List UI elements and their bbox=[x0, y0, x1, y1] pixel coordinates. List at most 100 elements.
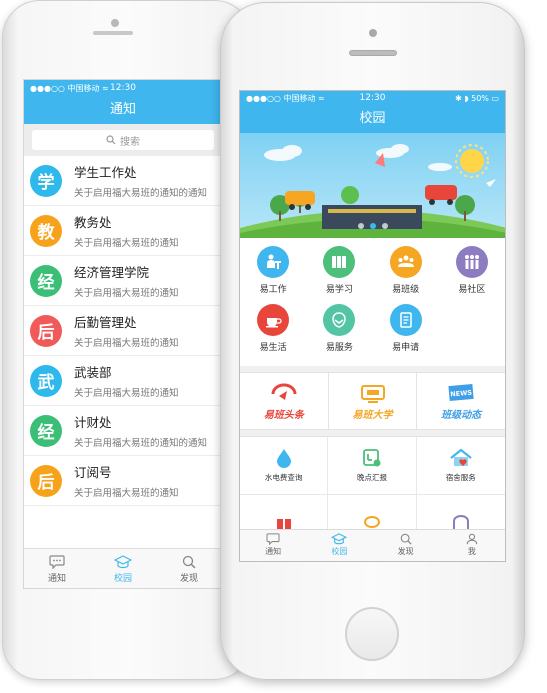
list-item[interactable]: 经 经济管理学院 关于启用福大易班的通知 bbox=[24, 256, 222, 306]
search-icon bbox=[182, 555, 196, 569]
book-icon bbox=[323, 246, 356, 278]
tab-bar: 通知 校园 发现 bbox=[24, 548, 222, 588]
avatar: 武 bbox=[30, 364, 62, 397]
item-title: 经济管理学院 bbox=[74, 265, 150, 280]
grid-item-service[interactable]: 易服务 bbox=[306, 304, 372, 362]
front-phone: ●●●○○ 中国移动 ≈ 12:30 ✱ ◗ 50% ▭ 校园 易工作 易学习 … bbox=[220, 2, 525, 680]
list-item[interactable]: 教 教务处 关于启用福大易班的通知 bbox=[24, 206, 222, 256]
tab-campus[interactable]: 校园 bbox=[306, 530, 372, 561]
cup-icon bbox=[257, 304, 290, 336]
feature-label: 易班头条 bbox=[263, 409, 304, 421]
tab-label: 校园 bbox=[331, 547, 348, 556]
speaker bbox=[349, 50, 397, 56]
grid-item-life[interactable]: 易生活 bbox=[240, 304, 306, 362]
service-label: 水电费查询 bbox=[264, 473, 303, 482]
service-icon bbox=[323, 304, 356, 336]
tab-label: 发现 bbox=[179, 574, 198, 584]
news-icon: NEWS bbox=[448, 383, 474, 401]
chat-bubble-icon bbox=[266, 533, 280, 545]
tab-notifications[interactable]: 通知 bbox=[24, 549, 90, 588]
feature-university[interactable]: 易班大学 bbox=[329, 373, 418, 429]
notification-list: 学 学生工作处关于启用福大易班的通知的通知 教 教务处 关于启用福大易班的通知 经… bbox=[24, 156, 222, 506]
water-drop-icon bbox=[276, 449, 291, 468]
carousel-indicator bbox=[240, 214, 505, 233]
feature-label: 班级动态 bbox=[441, 409, 482, 421]
list-item[interactable]: 后 订阅号关于启用福大易班的通知 bbox=[24, 456, 222, 506]
apply-icon bbox=[389, 304, 422, 336]
banner-carousel[interactable] bbox=[240, 133, 505, 238]
search-icon bbox=[106, 135, 116, 145]
list-item[interactable]: 经 计财处 关于启用福大易班的通知的通知 bbox=[24, 406, 222, 456]
grid-label: 易服务 bbox=[325, 343, 353, 353]
grid-label: 易学习 bbox=[325, 285, 353, 295]
gift-icon bbox=[276, 518, 291, 530]
graduation-cap-icon bbox=[331, 533, 348, 545]
item-title: 武装部 bbox=[74, 365, 112, 380]
feature-class-news[interactable]: NEWS 班级动态 bbox=[417, 373, 505, 429]
search-placeholder: 搜索 bbox=[120, 136, 140, 148]
speaker bbox=[93, 31, 133, 35]
grid-item-work[interactable]: 易工作 bbox=[240, 246, 306, 304]
service-label: 晚点汇报 bbox=[356, 473, 387, 482]
headline-icon bbox=[271, 383, 297, 400]
avatar: 学 bbox=[30, 164, 62, 197]
tab-label: 通知 bbox=[47, 574, 66, 584]
status-time: 12:30 bbox=[110, 83, 136, 93]
carousel-dot[interactable] bbox=[381, 223, 388, 229]
item-title: 学生工作处 bbox=[74, 165, 137, 180]
tab-label: 我 bbox=[467, 547, 476, 556]
carousel-dot[interactable] bbox=[369, 223, 376, 229]
item-title: 订阅号 bbox=[74, 465, 112, 480]
search-bar: 搜索 bbox=[24, 124, 222, 156]
list-item[interactable]: 武 武装部关于启用福大易班的通知 bbox=[24, 356, 222, 406]
item-subtitle: 关于启用福大易班的通知的通知 bbox=[74, 188, 208, 199]
community-icon bbox=[455, 246, 488, 278]
class-icon bbox=[389, 246, 422, 278]
grid-item-class[interactable]: 易班级 bbox=[373, 246, 439, 304]
tab-discover[interactable]: 发现 bbox=[156, 549, 222, 588]
feature-headlines[interactable]: 易班头条 bbox=[240, 373, 329, 429]
home-button[interactable] bbox=[345, 607, 399, 661]
app-grid: 易工作 易学习 易班级 易社区 易生活 易服务 易申请 bbox=[240, 238, 505, 366]
service-dorm[interactable]: 宿舍服务 bbox=[416, 437, 505, 495]
grid-item-apply[interactable]: 易申请 bbox=[373, 304, 439, 362]
avatar: 经 bbox=[30, 414, 62, 447]
tab-campus[interactable]: 校园 bbox=[90, 549, 156, 588]
item-subtitle: 关于启用福大易班的通知的通知 bbox=[74, 438, 208, 449]
status-bar: ●●●○○ 中国移动 ≈ 12:30 bbox=[24, 80, 222, 96]
search-icon bbox=[400, 533, 412, 545]
item-subtitle: 关于启用福大易班的通知 bbox=[74, 488, 179, 499]
grid-label: 易工作 bbox=[259, 285, 287, 295]
feature-row: 易班头条 易班大学 NEWS 班级动态 bbox=[240, 372, 505, 430]
tab-discover[interactable]: 发现 bbox=[373, 530, 439, 561]
grid-item-study[interactable]: 易学习 bbox=[306, 246, 372, 304]
list-item[interactable]: 后 后勤管理处 关于启用福大易班的通知 bbox=[24, 306, 222, 356]
tab-me[interactable]: 我 bbox=[439, 530, 505, 561]
camera bbox=[111, 19, 119, 27]
avatar: 后 bbox=[30, 314, 62, 347]
grid-item-community[interactable]: 易社区 bbox=[439, 246, 505, 304]
carousel-dot[interactable] bbox=[357, 223, 364, 229]
service-label: 宿舍服务 bbox=[445, 473, 476, 482]
list-item[interactable]: 学 学生工作处关于启用福大易班的通知的通知 bbox=[24, 156, 222, 206]
search-input[interactable]: 搜索 bbox=[32, 130, 214, 150]
dorm-icon bbox=[450, 448, 472, 466]
chat-bubble-icon bbox=[49, 555, 65, 569]
campus-screen: ●●●○○ 中国移动 ≈ 12:30 ✱ ◗ 50% ▭ 校园 易工作 易学习 … bbox=[239, 90, 506, 562]
grid-label: 易社区 bbox=[458, 285, 486, 295]
service-utility-query[interactable]: 水电费查询 bbox=[240, 437, 329, 495]
item-title: 后勤管理处 bbox=[74, 315, 137, 330]
status-time: 12:30 bbox=[359, 93, 386, 103]
grid-label: 易生活 bbox=[259, 343, 287, 353]
tab-bar: 通知 校园 发现 我 bbox=[240, 529, 505, 561]
nav-title: 校园 bbox=[240, 105, 505, 133]
tab-label: 校园 bbox=[113, 574, 132, 584]
graduation-cap-icon bbox=[114, 555, 132, 569]
avatar: 教 bbox=[30, 214, 62, 247]
user-icon bbox=[466, 533, 478, 545]
item-subtitle: 关于启用福大易班的通知 bbox=[74, 388, 179, 399]
avatar: 后 bbox=[30, 464, 62, 497]
feature-label: 易班大学 bbox=[352, 409, 393, 421]
service-checkin-report[interactable]: 晚点汇报 bbox=[328, 437, 417, 495]
tab-notifications[interactable]: 通知 bbox=[240, 530, 306, 561]
